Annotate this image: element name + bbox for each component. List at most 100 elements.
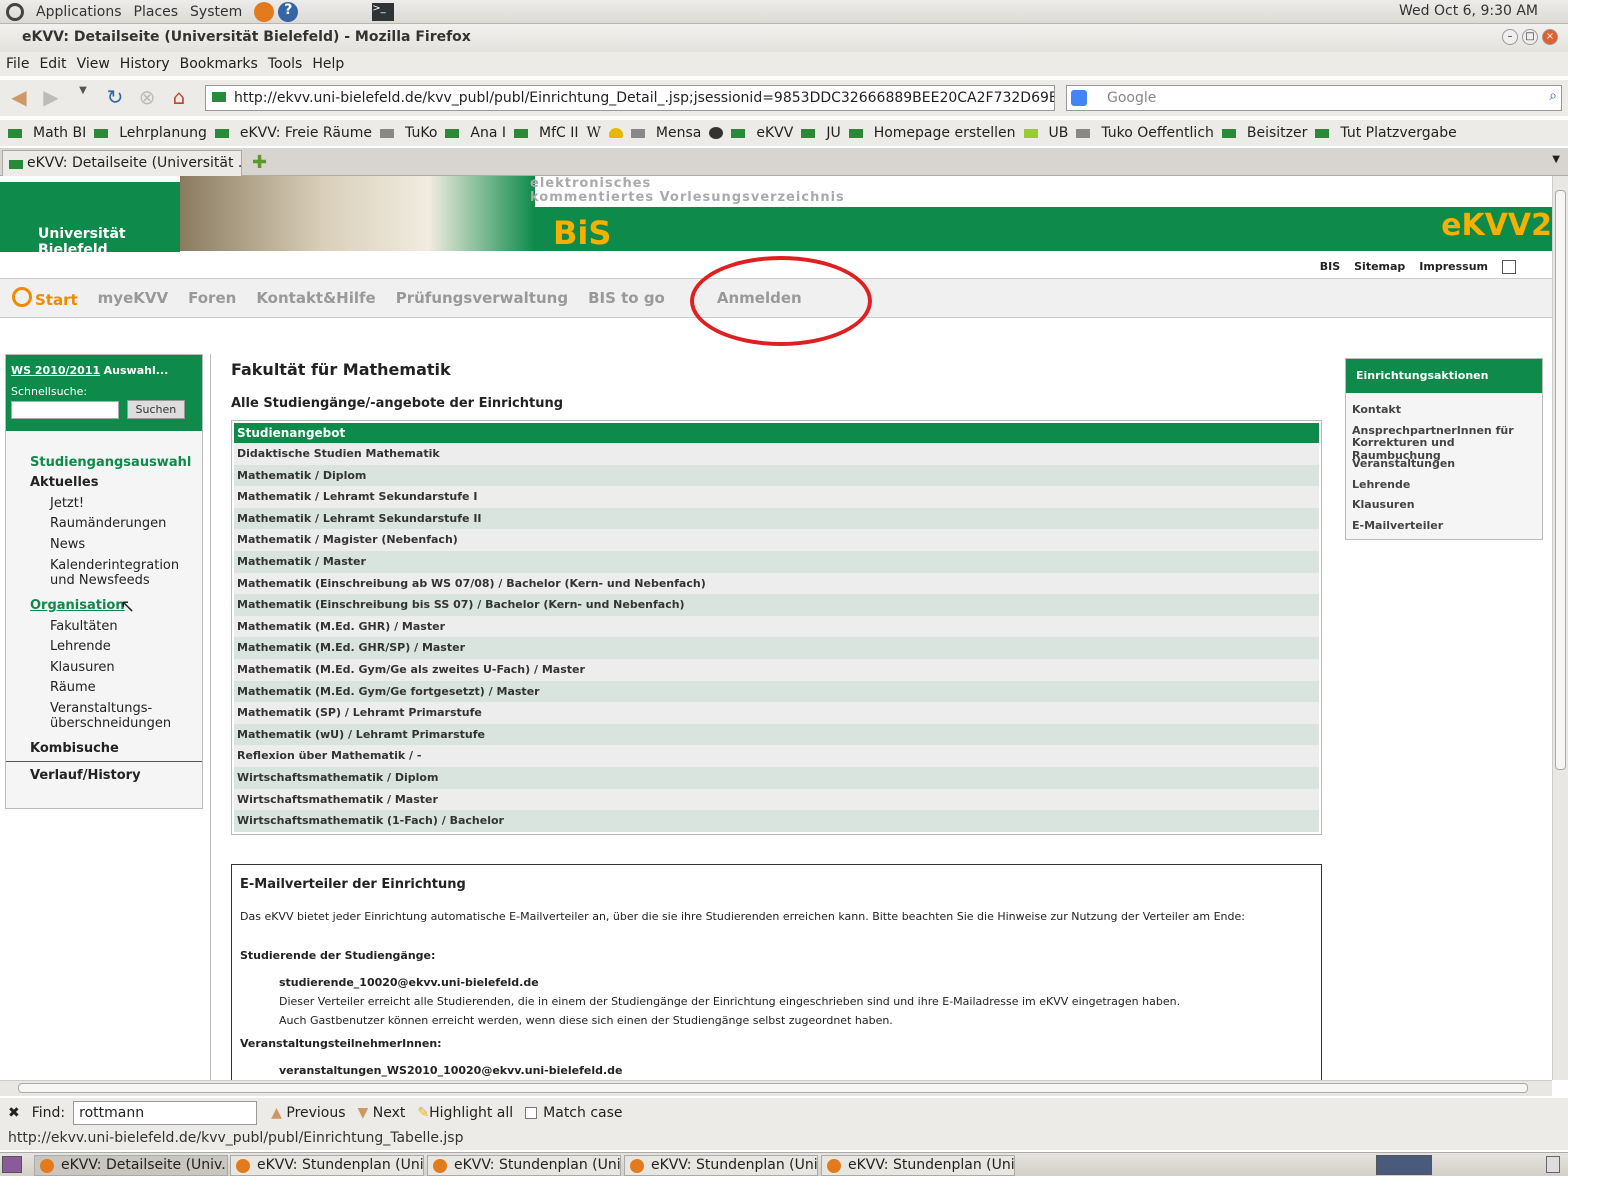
- sidebar-item-raeume[interactable]: Räume: [50, 680, 96, 695]
- nav-myekvv[interactable]: myeKVV: [98, 289, 168, 307]
- panel-menu-places[interactable]: Places: [134, 4, 179, 20]
- vertical-scrollbar[interactable]: [1552, 176, 1568, 1080]
- action-veranstaltungen[interactable]: Veranstaltungen: [1352, 457, 1455, 470]
- tab-list-icon[interactable]: ▼: [1552, 154, 1560, 165]
- table-row[interactable]: Mathematik (M.Ed. GHR) / Master: [234, 615, 1319, 638]
- bookmark-ju[interactable]: JU: [801, 125, 841, 141]
- bookmark-wikipedia[interactable]: W: [587, 125, 601, 141]
- sidebar-item-klausuren[interactable]: Klausuren: [50, 660, 115, 675]
- action-mailverteiler[interactable]: E-Mailverteiler: [1352, 519, 1443, 532]
- bookmark-smiley-icon[interactable]: [608, 128, 623, 138]
- new-tab-icon[interactable]: ✚: [252, 152, 267, 173]
- maximize-icon[interactable]: □: [1522, 29, 1538, 45]
- reload-icon[interactable]: ↻: [102, 85, 128, 111]
- bookmark-freie-raeume[interactable]: eKVV: Freie Räume: [214, 125, 372, 141]
- sidebar-item-raumaenderungen[interactable]: Raumänderungen: [50, 516, 166, 531]
- firefox-launcher-icon[interactable]: [254, 1, 275, 22]
- action-kontakt[interactable]: Kontakt: [1352, 403, 1401, 416]
- taskbar-item-stundenplan-2[interactable]: eKVV: Stundenplan (Uni...: [427, 1155, 621, 1176]
- bookmark-homepage-erstellen[interactable]: Homepage erstellen: [848, 125, 1016, 141]
- sidebar-item-news[interactable]: News: [50, 537, 85, 552]
- close-icon[interactable]: ×: [1542, 29, 1558, 45]
- nav-kontakt-hilfe[interactable]: Kontakt&Hilfe: [256, 289, 375, 307]
- bookmark-mensa[interactable]: Mensa: [630, 125, 701, 141]
- history-dropdown-icon[interactable]: ▼: [70, 85, 96, 111]
- find-highlight-button[interactable]: ✎Highlight all: [417, 1105, 513, 1121]
- bookmark-math-bi[interactable]: Math BI: [8, 125, 86, 141]
- mail-students-address[interactable]: studierende_10020@ekvv.uni-bielefeld.de: [279, 976, 1313, 989]
- sidebar-item-ueberschneidungen[interactable]: überschneidungen: [50, 716, 171, 731]
- bookmark-beisitzer[interactable]: Beisitzer: [1221, 125, 1307, 141]
- menu-tools[interactable]: Tools: [268, 56, 303, 72]
- sidebar-item-newsfeeds[interactable]: und Newsfeeds: [50, 573, 150, 588]
- sidebar-item-kalender[interactable]: Kalenderintegration: [50, 558, 179, 573]
- table-row[interactable]: Mathematik / Diplom: [234, 464, 1319, 487]
- search-icon[interactable]: ⌕: [1549, 88, 1557, 104]
- taskbar-item-stundenplan-3[interactable]: eKVV: Stundenplan (Uni...: [624, 1155, 818, 1176]
- table-row[interactable]: Mathematik (Einschreibung bis SS 07) / B…: [234, 594, 1319, 616]
- sidebar-item-lehrende[interactable]: Lehrende: [50, 639, 111, 654]
- table-row[interactable]: Wirtschaftsmathematik (1-Fach) / Bachelo…: [234, 810, 1319, 832]
- menu-help[interactable]: Help: [312, 56, 344, 72]
- table-row[interactable]: Mathematik / Master: [234, 550, 1319, 573]
- find-previous-button[interactable]: ▲ Previous: [271, 1105, 345, 1121]
- bookmark-mfc-ii[interactable]: MfC II: [514, 125, 579, 141]
- link-bis[interactable]: BIS: [1320, 260, 1340, 274]
- sidebar-item-jetzt[interactable]: Jetzt!: [50, 496, 84, 511]
- google-engine-icon[interactable]: [1071, 90, 1087, 106]
- match-case-label[interactable]: Match case: [543, 1105, 622, 1121]
- find-close-icon[interactable]: ✖: [8, 1105, 20, 1121]
- sidebar-studiengangsauswahl[interactable]: Studiengangsauswahl: [30, 455, 191, 470]
- taskbar-item-stundenplan-1[interactable]: eKVV: Stundenplan (Uni...: [230, 1155, 424, 1176]
- home-icon[interactable]: ⌂: [166, 85, 192, 111]
- vertical-scrollbar-thumb[interactable]: [1555, 190, 1566, 770]
- bookmark-tuko-oeffentlich[interactable]: Tuko Oeffentlich: [1076, 125, 1214, 141]
- sidebar-item-veranstaltungs[interactable]: Veranstaltungs-: [50, 701, 152, 716]
- link-impressum[interactable]: Impressum: [1419, 260, 1488, 274]
- trash-icon[interactable]: [1546, 1156, 1560, 1173]
- match-case-checkbox[interactable]: [525, 1107, 538, 1119]
- nav-foren[interactable]: Foren: [188, 289, 236, 307]
- show-desktop-icon[interactable]: [2, 1156, 22, 1173]
- sidebar-item-fakultaeten[interactable]: Fakultäten: [50, 619, 118, 634]
- print-icon[interactable]: [1502, 260, 1516, 274]
- search-input[interactable]: Google ⌕: [1066, 85, 1562, 111]
- action-lehrende[interactable]: Lehrende: [1352, 478, 1410, 491]
- menu-bookmarks[interactable]: Bookmarks: [180, 56, 258, 72]
- find-input[interactable]: rottmann: [73, 1101, 258, 1125]
- table-row[interactable]: Wirtschaftsmathematik / Diplom: [234, 766, 1319, 789]
- table-row[interactable]: Wirtschaftsmathematik / Master: [234, 788, 1319, 811]
- table-row[interactable]: Mathematik (wU) / Lehramt Primarstufe: [234, 723, 1319, 746]
- minimize-icon[interactable]: –: [1502, 29, 1518, 45]
- sidebar-verlauf[interactable]: Verlauf/History: [30, 768, 141, 783]
- tab-ekvv-detailseite[interactable]: eKVV: Detailseite (Universität ...: [2, 150, 242, 176]
- horizontal-scrollbar[interactable]: [0, 1080, 1552, 1096]
- bookmark-bug-icon[interactable]: [709, 127, 724, 139]
- sidebar-aktuelles[interactable]: Aktuelles: [30, 475, 98, 490]
- table-row[interactable]: Reflexion über Mathematik / -: [234, 745, 1319, 767]
- bookmark-ub[interactable]: UB: [1023, 125, 1068, 141]
- table-row[interactable]: Mathematik (M.Ed. Gym/Ge als zweites U-F…: [234, 658, 1319, 681]
- university-logo[interactable]: Universität Bielefeld: [0, 182, 180, 258]
- table-row[interactable]: Mathematik / Lehramt Sekundarstufe I: [234, 486, 1319, 508]
- terminal-launcher-icon[interactable]: >_: [372, 2, 395, 21]
- panel-menu-system[interactable]: System: [190, 4, 242, 20]
- help-launcher-icon[interactable]: ?: [278, 1, 299, 22]
- panel-menu-applications[interactable]: Applications: [36, 4, 122, 20]
- sidebar-organisation[interactable]: Organisation: [30, 598, 125, 613]
- nav-start[interactable]: Start: [12, 287, 78, 309]
- find-next-button[interactable]: ▼ Next: [358, 1105, 406, 1121]
- nav-bis-to-go[interactable]: BIS to go: [588, 289, 665, 307]
- table-row[interactable]: Mathematik / Magister (Nebenfach): [234, 529, 1319, 551]
- quicksearch-input[interactable]: [11, 400, 119, 419]
- link-sitemap[interactable]: Sitemap: [1354, 260, 1405, 274]
- taskbar-item-detailseite[interactable]: eKVV: Detailseite (Univ...: [34, 1155, 228, 1176]
- table-row[interactable]: Mathematik (M.Ed. GHR/SP) / Master: [234, 637, 1319, 659]
- table-row[interactable]: Mathematik (SP) / Lehramt Primarstufe: [234, 702, 1319, 724]
- menu-edit[interactable]: Edit: [39, 56, 66, 72]
- table-row[interactable]: Mathematik (Einschreibung ab WS 07/08) /…: [234, 572, 1319, 595]
- horizontal-scrollbar-thumb[interactable]: [18, 1083, 1528, 1093]
- bis-logo[interactable]: BiS: [553, 214, 611, 252]
- taskbar-item-stundenplan-4[interactable]: eKVV: Stundenplan (Uni...: [821, 1155, 1015, 1176]
- semester-link[interactable]: WS 2010/2011: [11, 364, 100, 377]
